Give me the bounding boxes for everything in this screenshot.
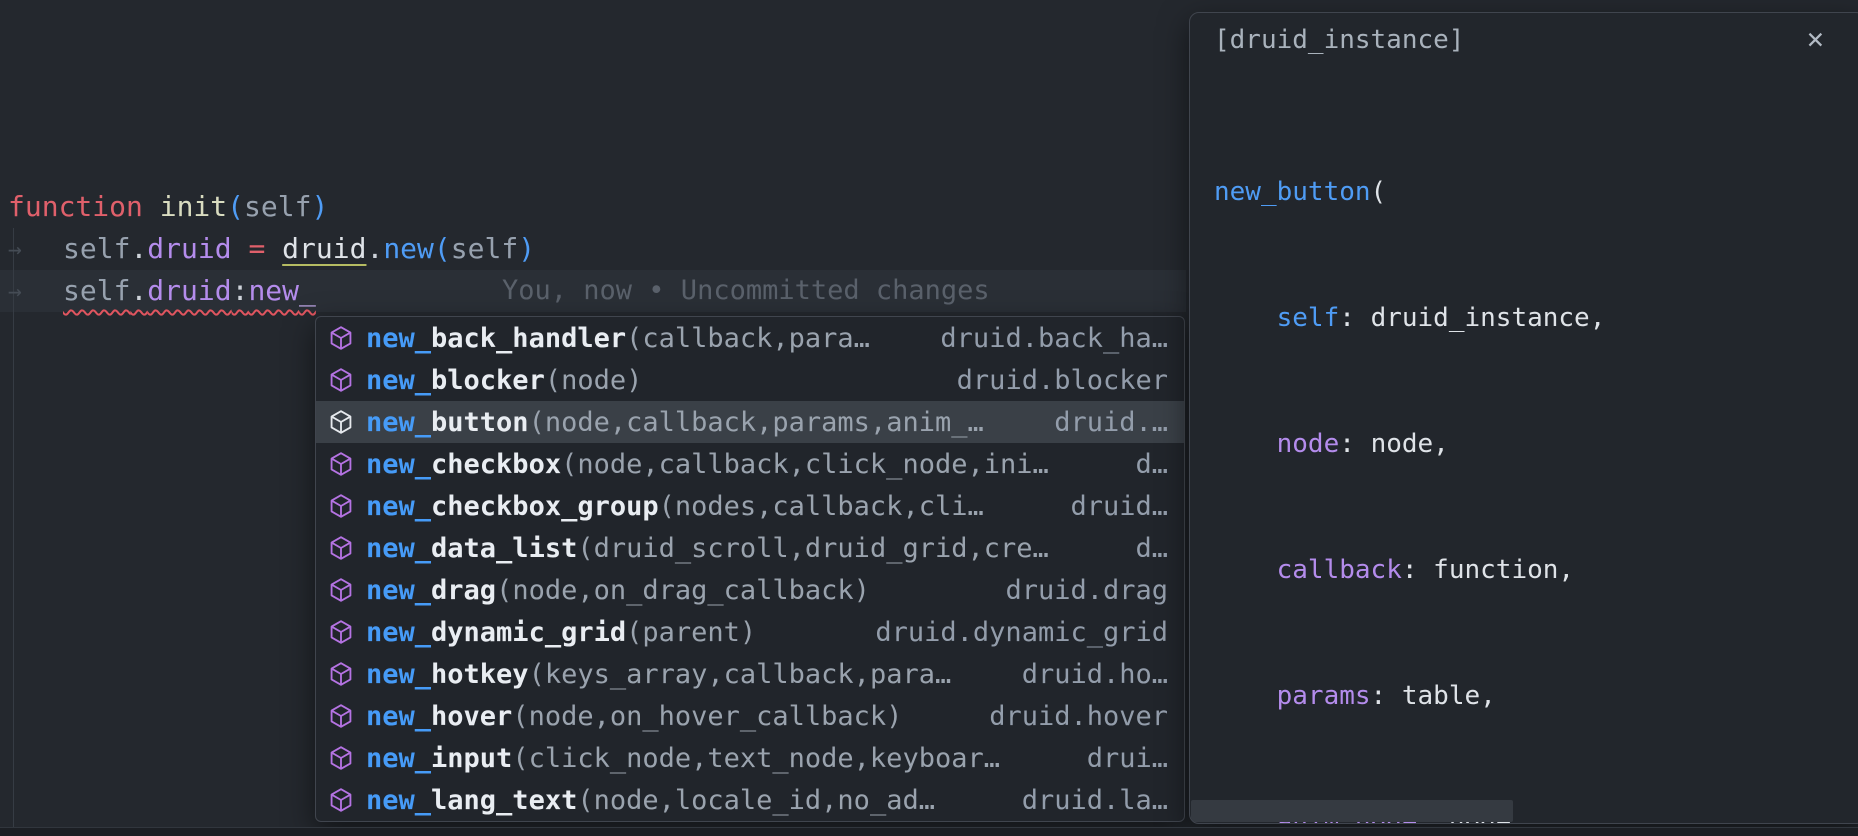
completion-item-module: d…: [1111, 449, 1168, 480]
method-cube-icon: [328, 493, 354, 519]
doc-signature: new_button( self: druid_instance, node: …: [1214, 87, 1858, 824]
completion-item-label: new_data_list(druid_scroll,druid_grid,cr…: [366, 533, 1049, 564]
method-cube-icon: [328, 703, 354, 729]
method-cube-icon: [328, 325, 354, 351]
completion-item-module: druid.la…: [998, 785, 1168, 816]
completion-item-module: druid.dynamic_grid: [851, 617, 1168, 648]
tab-whitespace-arrow: →: [8, 271, 63, 313]
method-cube-icon: [328, 577, 354, 603]
method-cube-icon: [328, 367, 354, 393]
completion-item-module: drui…: [1063, 743, 1168, 774]
completion-item-label: new_button(node,callback,params,anim_…: [366, 407, 984, 438]
completion-item[interactable]: new_back_handler(callback,para… druid.ba…: [316, 317, 1184, 359]
completion-item-label: new_checkbox_group(nodes,callback,cli…: [366, 491, 984, 522]
completion-item-label: new_input(click_node,text_node,keyboar…: [366, 743, 1000, 774]
completion-item-module: druid.hover: [965, 701, 1168, 732]
doc-signature-line: params: table,: [1214, 675, 1858, 717]
close-icon[interactable]: ✕: [1806, 27, 1825, 54]
method-cube-icon: [328, 619, 354, 645]
method-cube-icon: [328, 787, 354, 813]
documentation-panel: [druid_instance] ✕ new_button( self: dru…: [1189, 12, 1858, 824]
completion-popup: new_back_handler(callback,para… druid.ba…: [315, 316, 1185, 822]
completion-item[interactable]: new_hotkey(keys_array,callback,para… dru…: [316, 653, 1184, 695]
doc-panel-title: [druid_instance]: [1214, 25, 1464, 55]
completion-item[interactable]: new_dynamic_grid(parent) druid.dynamic_g…: [316, 611, 1184, 653]
method-cube-icon: [328, 745, 354, 771]
completion-item-module: druid…: [1046, 491, 1168, 522]
code-line[interactable]: →self.druid = druid.new(self): [0, 228, 535, 270]
completion-item[interactable]: new_checkbox(node,callback,click_node,in…: [316, 443, 1184, 485]
completion-item[interactable]: new_lang_text(node,locale_id,no_ad… drui…: [316, 779, 1184, 821]
horizontal-scrollbar-thumb[interactable]: [1191, 800, 1513, 822]
completion-item-label: new_checkbox(node,callback,click_node,in…: [366, 449, 1049, 480]
completion-item-module: druid.…: [1030, 407, 1168, 438]
completion-item-label: new_back_handler(callback,para…: [366, 323, 870, 354]
method-cube-icon: [328, 451, 354, 477]
completion-item[interactable]: new_blocker(node) druid.blocker: [316, 359, 1184, 401]
completion-item[interactable]: new_button(node,callback,params,anim_… d…: [316, 401, 1184, 443]
completion-item-module: druid.back_ha…: [916, 323, 1168, 354]
completion-item-label: new_dynamic_grid(parent): [366, 617, 756, 648]
completion-item[interactable]: new_checkbox_group(nodes,callback,cli… d…: [316, 485, 1184, 527]
completion-item-label: new_blocker(node): [366, 365, 642, 396]
completion-item[interactable]: new_input(click_node,text_node,keyboar… …: [316, 737, 1184, 779]
completion-item-label: new_lang_text(node,locale_id,no_ad…: [366, 785, 935, 816]
code-area[interactable]: function init(self) →self.druid = druid.…: [0, 186, 535, 312]
code-line[interactable]: →self.druid:new_: [0, 270, 535, 312]
method-cube-icon: [328, 661, 354, 687]
completion-item[interactable]: new_data_list(druid_scroll,druid_grid,cr…: [316, 527, 1184, 569]
code-editor: function init(self) →self.druid = druid.…: [0, 0, 1858, 836]
doc-signature-line: new_button(: [1214, 171, 1858, 213]
doc-panel-header: [druid_instance] ✕: [1214, 23, 1858, 57]
completion-item-module: druid.drag: [981, 575, 1168, 606]
completion-item-module: druid.ho…: [998, 659, 1168, 690]
git-blame-inline: You, now • Uncommitted changes: [502, 270, 990, 312]
indent-guide-line: [13, 228, 14, 827]
code-line[interactable]: function init(self): [0, 186, 535, 228]
code-tokens-error-squiggle: self.druid:new_: [63, 274, 316, 307]
completion-item-label: new_drag(node,on_drag_callback): [366, 575, 870, 606]
completion-item[interactable]: new_drag(node,on_drag_callback) druid.dr…: [316, 569, 1184, 611]
method-cube-icon: [328, 535, 354, 561]
method-cube-icon: [328, 409, 354, 435]
doc-signature-line: callback: function,: [1214, 549, 1858, 591]
code-tokens: self.druid = druid.new(self): [63, 232, 535, 265]
completion-item-module: druid.blocker: [933, 365, 1168, 396]
tab-whitespace-arrow: →: [8, 229, 63, 271]
code-tokens: function init(self): [8, 190, 328, 223]
completion-item-label: new_hotkey(keys_array,callback,para…: [366, 659, 951, 690]
bottom-panel-edge: [0, 827, 1858, 836]
completion-item-label: new_hover(node,on_hover_callback): [366, 701, 902, 732]
completion-item[interactable]: new_hover(node,on_hover_callback) druid.…: [316, 695, 1184, 737]
doc-signature-line: node: node,: [1214, 423, 1858, 465]
doc-signature-line: self: druid_instance,: [1214, 297, 1858, 339]
completion-item-module: d…: [1111, 533, 1168, 564]
